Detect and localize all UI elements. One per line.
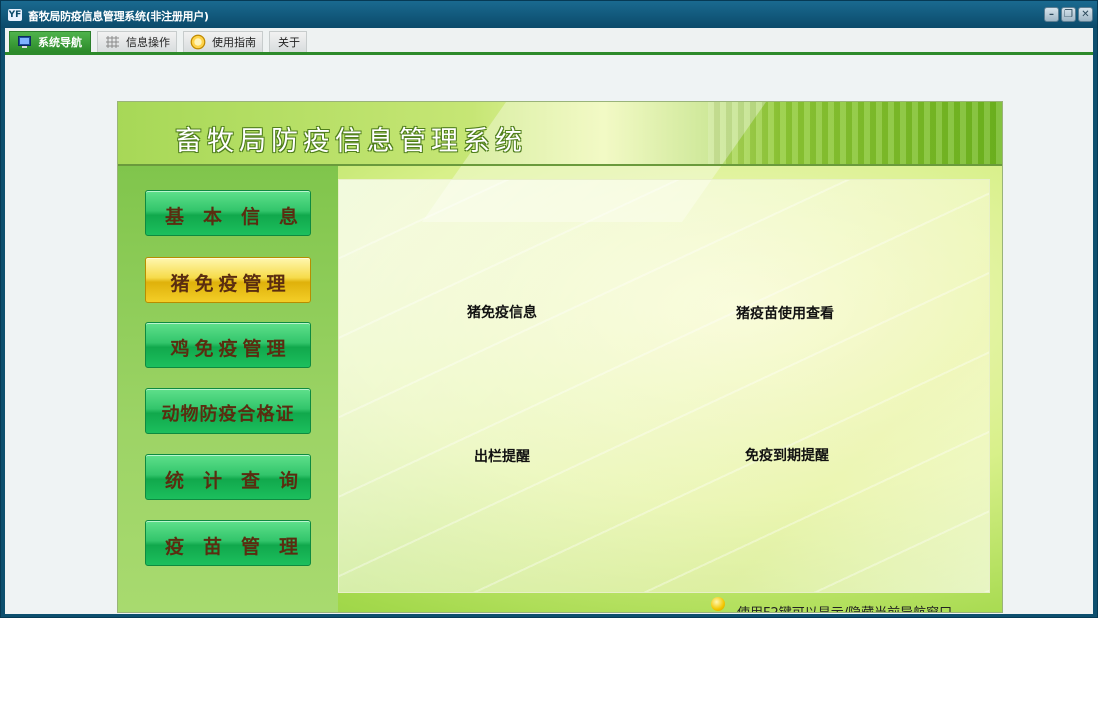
menu-animal-certificate-button[interactable]: 动物防疫合格证 [145,388,311,434]
title-bar[interactable]: YF 畜牧局防疫信息管理系统(非注册用户) – ❐ ✕ [1,1,1097,28]
close-icon: ✕ [1081,9,1090,20]
menu-statistics-query-button[interactable]: 统计查询 [145,454,311,500]
shortcut-tip: 使用F2键可以显示/隐藏当前导航窗口 [737,602,952,612]
menu-vaccine-management-button[interactable]: 疫苗管理 [145,520,311,566]
close-button[interactable]: ✕ [1078,7,1093,22]
immunity-expiry-reminder-link[interactable]: 免疫到期提醒 [745,445,829,465]
tab-label: 关于 [278,36,300,49]
banner: 畜牧局防疫信息管理系统 [118,102,1002,222]
tab-label: 信息操作 [126,36,170,49]
system-title: 畜牧局防疫信息管理系统 [175,126,527,157]
menu-chicken-immunity-button[interactable]: 鸡免疫管理 [145,322,311,368]
monitor-icon [18,36,31,48]
bulb-icon [711,597,725,611]
tab-system-nav[interactable]: 系统导航 [9,31,91,52]
menu-basic-info-button[interactable]: 基本信息 [145,190,311,236]
app-logo-icon: YF [8,9,22,21]
client-area: 系统导航 信息操作 使用指南 关于 畜牧局防疫信息管理系统 基本信息 猪免疫管理… [5,28,1093,614]
pig-vaccine-usage-link[interactable]: 猪疫苗使用查看 [736,303,834,323]
tab-about[interactable]: 关于 [269,31,307,52]
slaughter-reminder-link[interactable]: 出栏提醒 [474,446,530,466]
tab-label: 使用指南 [212,36,256,49]
tab-info-ops[interactable]: 信息操作 [97,31,177,52]
restore-icon: ❐ [1064,9,1073,20]
pig-immunity-info-link[interactable]: 猪免疫信息 [467,302,537,322]
submodule-area: 猪免疫信息 猪疫苗使用查看 出栏提醒 免疫到期提醒 [338,179,990,593]
tab-label: 系统导航 [38,36,82,49]
help-icon [190,34,206,50]
menu-pig-immunity-button[interactable]: 猪免疫管理 [145,257,311,303]
app-window: YF 畜牧局防疫信息管理系统(非注册用户) – ❐ ✕ 系统导航 信息操作 使用… [0,0,1098,618]
maximize-button[interactable]: ❐ [1061,7,1076,22]
window-title: 畜牧局防疫信息管理系统(非注册用户) [28,10,209,23]
tab-user-guide[interactable]: 使用指南 [183,31,263,52]
grid-icon [106,36,119,48]
minimize-button[interactable]: – [1044,7,1059,22]
tab-bar: 系统导航 信息操作 使用指南 关于 [5,28,1093,55]
navigation-panel: 畜牧局防疫信息管理系统 基本信息 猪免疫管理 鸡免疫管理 动物防疫合格证 统计查… [117,101,1003,613]
tab-underline [5,52,1093,55]
minimize-icon: – [1049,9,1054,20]
